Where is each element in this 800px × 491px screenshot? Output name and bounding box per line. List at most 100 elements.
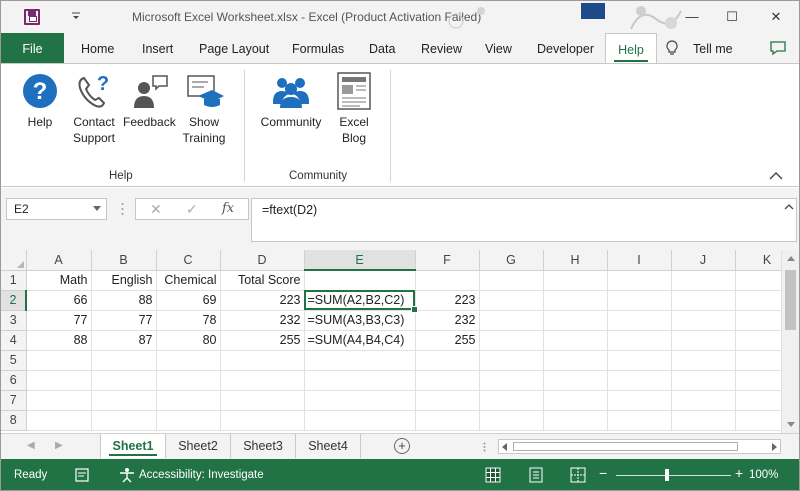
cell[interactable] — [304, 410, 416, 431]
page-layout-view-icon[interactable] — [528, 467, 544, 483]
cell[interactable] — [671, 330, 736, 351]
grip-dots-icon[interactable] — [483, 442, 486, 452]
cell[interactable] — [607, 390, 672, 411]
cell[interactable] — [26, 350, 92, 371]
cell[interactable] — [415, 390, 480, 411]
contact-support-button[interactable]: ? Contact Support — [67, 72, 121, 146]
cell[interactable]: 223 — [415, 290, 480, 311]
cancel-formula-icon[interactable]: ✕ — [150, 201, 162, 218]
grip-dots-icon[interactable] — [121, 202, 124, 216]
cell[interactable]: =SUM(A4,B4,C4) — [304, 330, 416, 351]
cell[interactable] — [607, 410, 672, 431]
cell[interactable] — [220, 390, 305, 411]
cell[interactable]: English — [91, 270, 157, 291]
cell[interactable] — [26, 370, 92, 391]
macro-record-icon[interactable] — [75, 468, 89, 482]
cell[interactable] — [543, 330, 608, 351]
worksheet-grid[interactable]: A B C D E F G H I J K 1 Math English Che… — [1, 250, 799, 433]
column-header[interactable]: C — [156, 250, 221, 271]
row-header[interactable]: 2 — [1, 290, 27, 311]
cell[interactable] — [156, 370, 221, 391]
cell[interactable] — [607, 350, 672, 371]
cell[interactable]: =SUM(A3,B3,C3) — [304, 310, 416, 331]
tab-data[interactable]: Data — [369, 33, 395, 63]
column-header[interactable]: H — [543, 250, 608, 271]
cell[interactable] — [304, 370, 416, 391]
row-header[interactable]: 3 — [1, 310, 27, 331]
cell[interactable] — [479, 270, 544, 291]
cell[interactable] — [415, 350, 480, 371]
cell[interactable]: 88 — [26, 330, 92, 351]
community-button[interactable]: Community — [254, 72, 328, 130]
cell[interactable] — [479, 290, 544, 311]
tab-page-layout[interactable]: Page Layout — [199, 33, 269, 63]
row-header[interactable]: 8 — [1, 410, 27, 431]
active-cell[interactable]: =SUM(A2,B2,C2) — [304, 290, 417, 312]
cell[interactable] — [479, 410, 544, 431]
row-header[interactable]: 1 — [1, 270, 27, 291]
cell[interactable] — [91, 410, 157, 431]
tab-help[interactable]: Help — [605, 33, 657, 64]
prev-sheet-icon[interactable]: ◀ — [27, 440, 35, 451]
cell[interactable]: 69 — [156, 290, 221, 311]
cell[interactable] — [543, 410, 608, 431]
column-header[interactable]: A — [26, 250, 92, 271]
restore-button[interactable]: ☐ — [722, 7, 742, 27]
cell[interactable] — [543, 310, 608, 331]
column-header[interactable]: I — [607, 250, 672, 271]
cell[interactable] — [479, 350, 544, 371]
cell[interactable]: Math — [26, 270, 92, 291]
column-header[interactable]: E — [304, 250, 416, 271]
cell[interactable] — [156, 410, 221, 431]
column-header[interactable]: G — [479, 250, 544, 271]
select-all-corner[interactable] — [1, 250, 27, 271]
cell[interactable] — [607, 310, 672, 331]
enter-formula-icon[interactable]: ✓ — [186, 201, 198, 218]
cell[interactable] — [671, 390, 736, 411]
scroll-thumb[interactable] — [513, 442, 738, 451]
insert-function-icon[interactable]: fx — [222, 201, 234, 216]
column-header[interactable]: J — [671, 250, 736, 271]
cell[interactable] — [607, 330, 672, 351]
cell[interactable] — [304, 350, 416, 371]
scroll-right-icon[interactable] — [772, 443, 777, 451]
row-header[interactable]: 6 — [1, 370, 27, 391]
page-break-view-icon[interactable] — [570, 467, 586, 483]
cell[interactable] — [415, 270, 480, 291]
cell[interactable] — [543, 350, 608, 371]
zoom-in-button[interactable]: + — [735, 465, 743, 481]
help-button[interactable]: ? Help — [19, 72, 61, 130]
cell[interactable] — [543, 290, 608, 311]
tab-view[interactable]: View — [485, 33, 512, 63]
cell[interactable]: 87 — [91, 330, 157, 351]
tab-insert[interactable]: Insert — [142, 33, 173, 63]
zoom-level[interactable]: 100% — [749, 469, 778, 481]
zoom-slider-thumb[interactable] — [665, 469, 669, 481]
cell[interactable] — [26, 410, 92, 431]
cell[interactable] — [671, 310, 736, 331]
cell[interactable]: 232 — [220, 310, 305, 331]
tab-review[interactable]: Review — [421, 33, 462, 63]
cell[interactable]: 80 — [156, 330, 221, 351]
scroll-down-icon[interactable] — [787, 422, 795, 427]
row-header[interactable]: 4 — [1, 330, 27, 351]
sheet-tab-sheet4[interactable]: Sheet4 — [296, 434, 361, 458]
cell[interactable] — [671, 350, 736, 371]
collapse-ribbon-icon[interactable] — [767, 169, 785, 183]
customize-quick-access-icon[interactable] — [70, 10, 82, 26]
cell[interactable]: Chemical — [156, 270, 221, 291]
cell[interactable] — [415, 370, 480, 391]
cell[interactable] — [156, 390, 221, 411]
cell[interactable] — [543, 390, 608, 411]
cell[interactable] — [91, 390, 157, 411]
cell[interactable]: 77 — [91, 310, 157, 331]
cell[interactable]: 232 — [415, 310, 480, 331]
zoom-out-button[interactable]: − — [599, 465, 607, 481]
cell[interactable]: 255 — [220, 330, 305, 351]
cell[interactable] — [671, 410, 736, 431]
cell[interactable]: 88 — [91, 290, 157, 311]
cell[interactable] — [671, 270, 736, 291]
cell[interactable] — [220, 350, 305, 371]
accessibility-status[interactable]: Accessibility: Investigate — [139, 469, 264, 481]
cell[interactable] — [607, 270, 672, 291]
